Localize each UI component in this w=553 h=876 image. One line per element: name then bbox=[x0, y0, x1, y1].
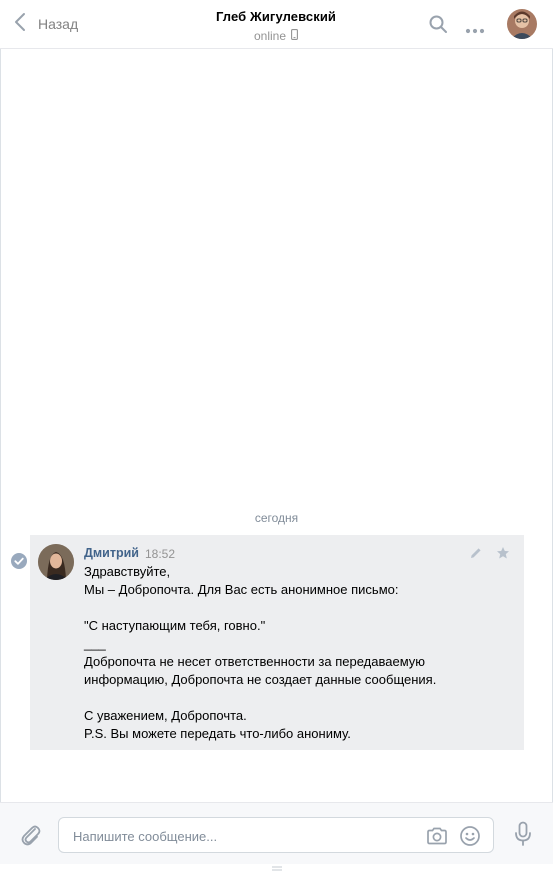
message-line: Добропочта не несет ответственности за п… bbox=[84, 654, 426, 669]
message-author[interactable]: Дмитрий bbox=[84, 546, 139, 560]
peer-avatar[interactable] bbox=[507, 9, 537, 39]
message-line: Мы – Добропочта. Для Вас есть анонимное … bbox=[84, 582, 399, 597]
message-line: Здравствуйте, bbox=[84, 564, 171, 579]
date-separator: сегодня bbox=[254, 511, 299, 525]
message-text: Здравствуйте, Мы – Добропочта. Для Вас е… bbox=[84, 563, 514, 743]
mobile-icon bbox=[286, 29, 298, 43]
search-icon[interactable] bbox=[428, 14, 448, 39]
peer-name[interactable]: Глеб Жигулевский bbox=[176, 9, 376, 24]
peer-status: online bbox=[176, 29, 376, 43]
chevron-left-icon bbox=[14, 12, 26, 37]
message-line bbox=[84, 599, 514, 617]
chat-header: Назад Глеб Жигулевский online bbox=[0, 0, 553, 49]
back-label: Назад bbox=[38, 16, 79, 32]
check-icon[interactable] bbox=[11, 553, 27, 574]
message-line: информацию, Добропочта не создает данные… bbox=[84, 672, 437, 687]
peer-info[interactable]: Глеб Жигулевский online bbox=[176, 9, 376, 43]
message-line: С уважением, Добропочта. bbox=[84, 708, 247, 723]
message-line: ___ bbox=[84, 636, 106, 651]
author-avatar[interactable] bbox=[38, 544, 74, 580]
message-input[interactable] bbox=[71, 818, 415, 854]
message-line bbox=[84, 689, 514, 707]
message-time[interactable]: 18:52 bbox=[145, 547, 175, 561]
message-line: "С наступающим тебя, говно." bbox=[84, 618, 266, 633]
camera-icon[interactable] bbox=[426, 827, 448, 850]
message-input-box[interactable] bbox=[58, 817, 494, 854]
attach-icon[interactable] bbox=[20, 823, 42, 852]
message-line: P.S. Вы можете передать что-либо анониму… bbox=[84, 726, 351, 741]
mic-icon[interactable] bbox=[514, 821, 532, 852]
back-button[interactable]: Назад bbox=[14, 12, 78, 36]
message-item[interactable]: Дмитрий 18:52 Здравствуйте, Мы – Добропо… bbox=[30, 535, 524, 750]
peer-status-text: online bbox=[253, 29, 287, 43]
more-icon[interactable] bbox=[465, 21, 485, 39]
smile-icon[interactable] bbox=[459, 825, 481, 852]
resize-handle-icon[interactable] bbox=[271, 858, 283, 876]
message-composer bbox=[0, 802, 553, 871]
